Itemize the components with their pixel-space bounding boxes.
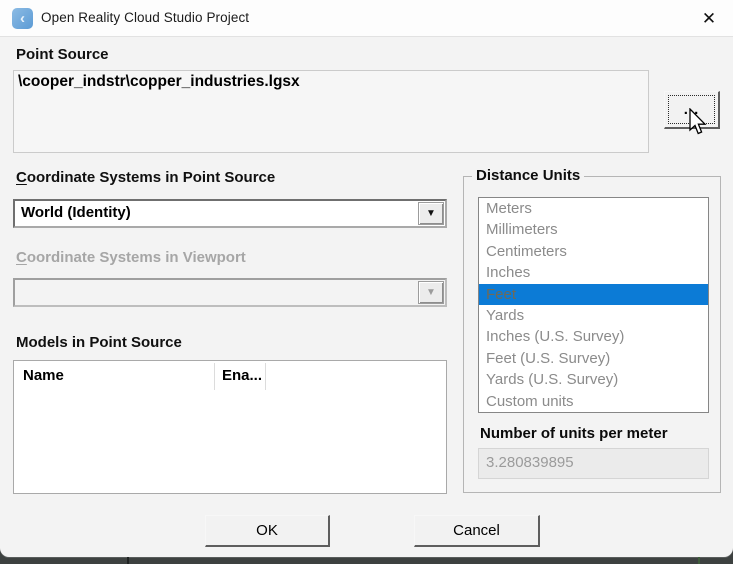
window-title: Open Reality Cloud Studio Project <box>41 10 249 25</box>
column-separator[interactable] <box>265 363 266 390</box>
unit-item-inches[interactable]: Inches <box>479 262 708 283</box>
ok-button-label: OK <box>256 522 278 539</box>
point-source-path-box[interactable]: \cooper_indstr\copper_industries.lgsx <box>13 70 649 153</box>
browse-button[interactable]: ... <box>664 91 720 129</box>
coord-viewport-dropdown-button: ▼ <box>418 281 444 304</box>
unit-item-inches-us[interactable]: Inches (U.S. Survey) <box>479 326 708 347</box>
coord-viewport-combobox: ▼ <box>13 278 447 307</box>
background-artifact <box>127 557 129 564</box>
unit-item-centimeters[interactable]: Centimeters <box>479 241 708 262</box>
coord-point-source-dropdown-button[interactable]: ▼ <box>418 202 444 225</box>
titlebar: ‹ Open Reality Cloud Studio Project ✕ <box>0 0 733 37</box>
coord-point-source-combobox[interactable]: World (Identity) ▼ <box>13 199 447 228</box>
close-icon[interactable]: ✕ <box>695 5 723 33</box>
coord-viewport-label: Coordinate Systems in Viewport <box>16 249 246 266</box>
dialog-open-project: ‹ Open Reality Cloud Studio Project ✕ Po… <box>0 0 733 557</box>
cancel-button[interactable]: Cancel <box>414 515 540 547</box>
point-source-label: Point Source <box>16 46 109 63</box>
distance-units-list[interactable]: Meters Millimeters Centimeters Inches Fe… <box>478 197 709 413</box>
distance-units-group: Distance Units Meters Millimeters Centim… <box>463 176 721 493</box>
cancel-button-label: Cancel <box>453 522 500 539</box>
unit-item-feet-us[interactable]: Feet (U.S. Survey) <box>479 348 708 369</box>
coord-point-source-value: World (Identity) <box>21 204 131 221</box>
dropdown-arrow-icon: ▼ <box>426 209 436 219</box>
app-icon: ‹ <box>12 8 33 29</box>
distance-units-label: Distance Units <box>472 167 584 184</box>
coord-viewport-label-rest: oordinate Systems in Viewport <box>27 249 246 266</box>
focus-rectangle <box>668 95 715 124</box>
unit-item-meters[interactable]: Meters <box>479 198 708 219</box>
point-source-path: \cooper_indstr\copper_industries.lgsx <box>18 73 300 90</box>
coord-viewport-label-accel: C <box>16 249 27 266</box>
unit-item-custom[interactable]: Custom units <box>479 391 708 412</box>
dropdown-arrow-icon: ▼ <box>426 288 436 298</box>
unit-item-feet-selected[interactable]: Feet <box>479 284 708 305</box>
models-column-enabled[interactable]: Ena... <box>222 367 262 384</box>
models-list-header: Name Ena... <box>14 361 446 392</box>
models-label: Models in Point Source <box>16 334 182 351</box>
ok-button[interactable]: OK <box>205 515 330 547</box>
units-per-meter-label: Number of units per meter <box>480 425 668 442</box>
column-separator[interactable] <box>214 363 215 390</box>
unit-item-yards-us[interactable]: Yards (U.S. Survey) <box>479 369 708 390</box>
coord-point-source-label-rest: oordinate Systems in Point Source <box>27 169 275 186</box>
models-list[interactable]: Name Ena... <box>13 360 447 494</box>
unit-item-millimeters[interactable]: Millimeters <box>479 219 708 240</box>
models-column-name[interactable]: Name <box>23 367 64 384</box>
units-per-meter-value: 3.280839895 <box>478 448 709 479</box>
coord-point-source-label-accel: C <box>16 169 27 186</box>
background-artifact <box>698 557 700 564</box>
coord-point-source-label: Coordinate Systems in Point Source <box>16 169 275 186</box>
back-chevron-icon: ‹ <box>20 11 25 26</box>
unit-item-yards[interactable]: Yards <box>479 305 708 326</box>
